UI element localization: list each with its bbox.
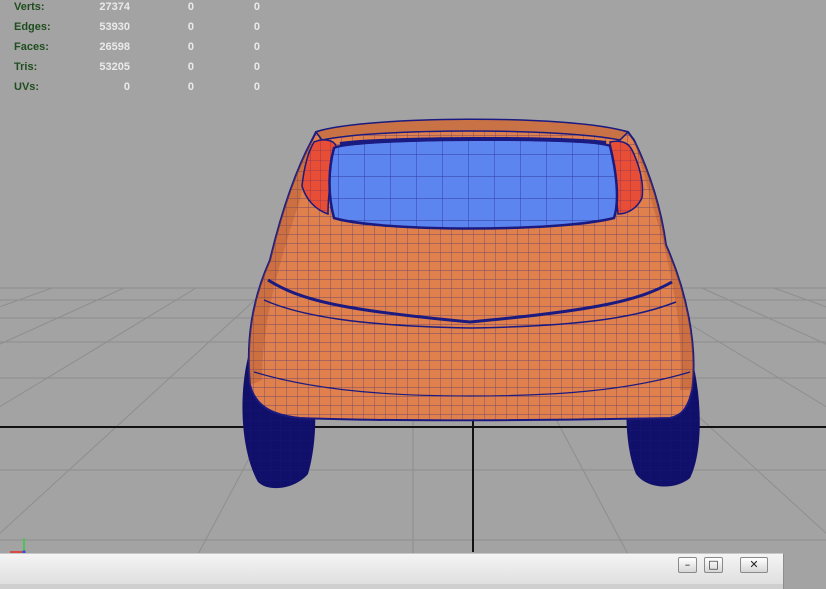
hud-row-uvs: UVs: 0 0 0 bbox=[0, 80, 270, 94]
hud-value: 0 bbox=[187, 61, 194, 73]
hud-row-faces: Faces: 26598 0 0 bbox=[0, 40, 270, 54]
rear-window bbox=[328, 136, 619, 230]
hud-label: Faces: bbox=[14, 41, 49, 53]
hud-value: 27374 bbox=[99, 1, 130, 13]
hud-value: 0 bbox=[253, 81, 260, 93]
hud-value: 26598 bbox=[99, 41, 130, 53]
hud-label: Edges: bbox=[14, 21, 51, 33]
hud-label: Verts: bbox=[14, 1, 45, 13]
close-button[interactable]: ✕ bbox=[740, 557, 768, 573]
maximize-button[interactable]: □ bbox=[704, 557, 723, 573]
panel-content-strip bbox=[0, 584, 783, 589]
floating-panel[interactable]: – □ ✕ bbox=[0, 553, 784, 589]
perspective-viewport[interactable]: Verts: 27374 0 0 Edges: 53930 0 0 Faces:… bbox=[0, 0, 826, 588]
hud-value: 0 bbox=[187, 21, 194, 33]
hud-value: 0 bbox=[187, 41, 194, 53]
hud-label: UVs: bbox=[14, 81, 40, 93]
hud-row-edges: Edges: 53930 0 0 bbox=[0, 20, 270, 34]
hud-value: 53930 bbox=[99, 21, 130, 33]
hud-value: 0 bbox=[253, 1, 260, 13]
hud-value: 0 bbox=[123, 81, 130, 93]
hud-value: 0 bbox=[253, 21, 260, 33]
hud-value: 0 bbox=[187, 1, 194, 13]
hud-row-verts: Verts: 27374 0 0 bbox=[0, 0, 270, 14]
hud-row-tris: Tris: 53205 0 0 bbox=[0, 60, 270, 74]
poly-count-hud: Verts: 27374 0 0 Edges: 53930 0 0 Faces:… bbox=[0, 0, 270, 100]
minimize-button[interactable]: – bbox=[678, 557, 697, 573]
hud-value: 0 bbox=[253, 41, 260, 53]
hud-value: 0 bbox=[187, 81, 194, 93]
hud-value: 0 bbox=[253, 61, 260, 73]
hud-label: Tris: bbox=[14, 61, 38, 73]
hud-value: 53205 bbox=[99, 61, 130, 73]
